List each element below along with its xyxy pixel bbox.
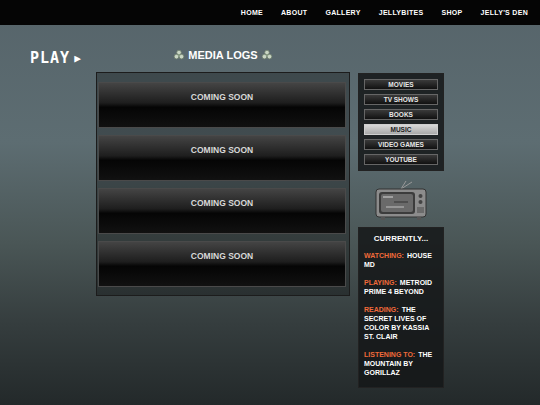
currently-label: WATCHING: [364, 252, 404, 259]
play-icon: ▶ [74, 52, 82, 65]
log-panel: COMING SOON COMING SOON COMING SOON COMING … [96, 72, 350, 296]
log-card: COMING SOON [98, 241, 346, 287]
category-button[interactable]: BOOKS [364, 109, 438, 120]
page-title: MEDIA LOGS [96, 45, 350, 65]
currently-title: CURRENTLY... [364, 234, 438, 243]
recycle-icon [173, 49, 185, 61]
media-logs-column: MEDIA LOGSCOMING SOONCOMING SOONCOMING S… [96, 45, 350, 388]
tv-wrap [358, 181, 444, 221]
category-menu: MOVIES TV SHOWS BOOKS MUSIC VIDEO GAMES YOUTU… [358, 73, 444, 171]
category-button[interactable]: TV SHOWS [364, 94, 438, 105]
currently-item: LISTENING TO:THE MOUNTAIN BY GORILLAZ [364, 350, 438, 377]
nav-link[interactable]: ABOUT [281, 9, 307, 16]
category-button[interactable]: VIDEO GAMES [364, 139, 438, 150]
currently-item: READING:THE SECRET LIVES OF COLOR BY KAS… [364, 305, 438, 341]
left-column: PLAY▶ [0, 45, 96, 388]
currently-label: READING: [364, 306, 399, 313]
nav-link[interactable]: JELLY'S DEN [481, 9, 529, 16]
category-button[interactable]: MOVIES [364, 79, 438, 90]
recycle-icon [261, 49, 273, 61]
tv-icon [374, 181, 428, 221]
log-card: COMING SOON [98, 188, 346, 234]
currently-label: LISTENING TO: [364, 351, 415, 358]
currently-panel: CURRENTLY... WATCHING:HOUSE MD PLAYING:MET… [358, 227, 444, 388]
log-card: COMING SOON [98, 135, 346, 181]
nav-link[interactable]: SHOP [441, 9, 462, 16]
right-column: MOVIES TV SHOWS BOOKS MUSIC VIDEO GAMES YOUTU… [358, 45, 444, 388]
page-background: HOME ABOUT GALLERY JELLYBITES SHOP JELLY'S DE… [0, 0, 540, 405]
nav-link[interactable]: JELLYBITES [379, 9, 424, 16]
category-button[interactable]: MUSIC [364, 124, 438, 135]
currently-item: WATCHING:HOUSE MD [364, 251, 438, 269]
category-button[interactable]: YOUTUBE [364, 154, 438, 165]
nav-link[interactable]: GALLERY [325, 9, 360, 16]
play-label: PLAY▶ [30, 49, 96, 67]
currently-item: PLAYING:METROID PRIME 4 BEYOND [364, 278, 438, 296]
content: PLAY▶MEDIA LOGSCOMING SOONCOMING SOONCOM… [0, 25, 540, 388]
currently-label: PLAYING: [364, 279, 397, 286]
log-card: COMING SOON [98, 82, 346, 128]
nav-bar: HOME ABOUT GALLERY JELLYBITES SHOP JELLY'S DE… [0, 0, 540, 25]
nav-link[interactable]: HOME [241, 9, 263, 16]
